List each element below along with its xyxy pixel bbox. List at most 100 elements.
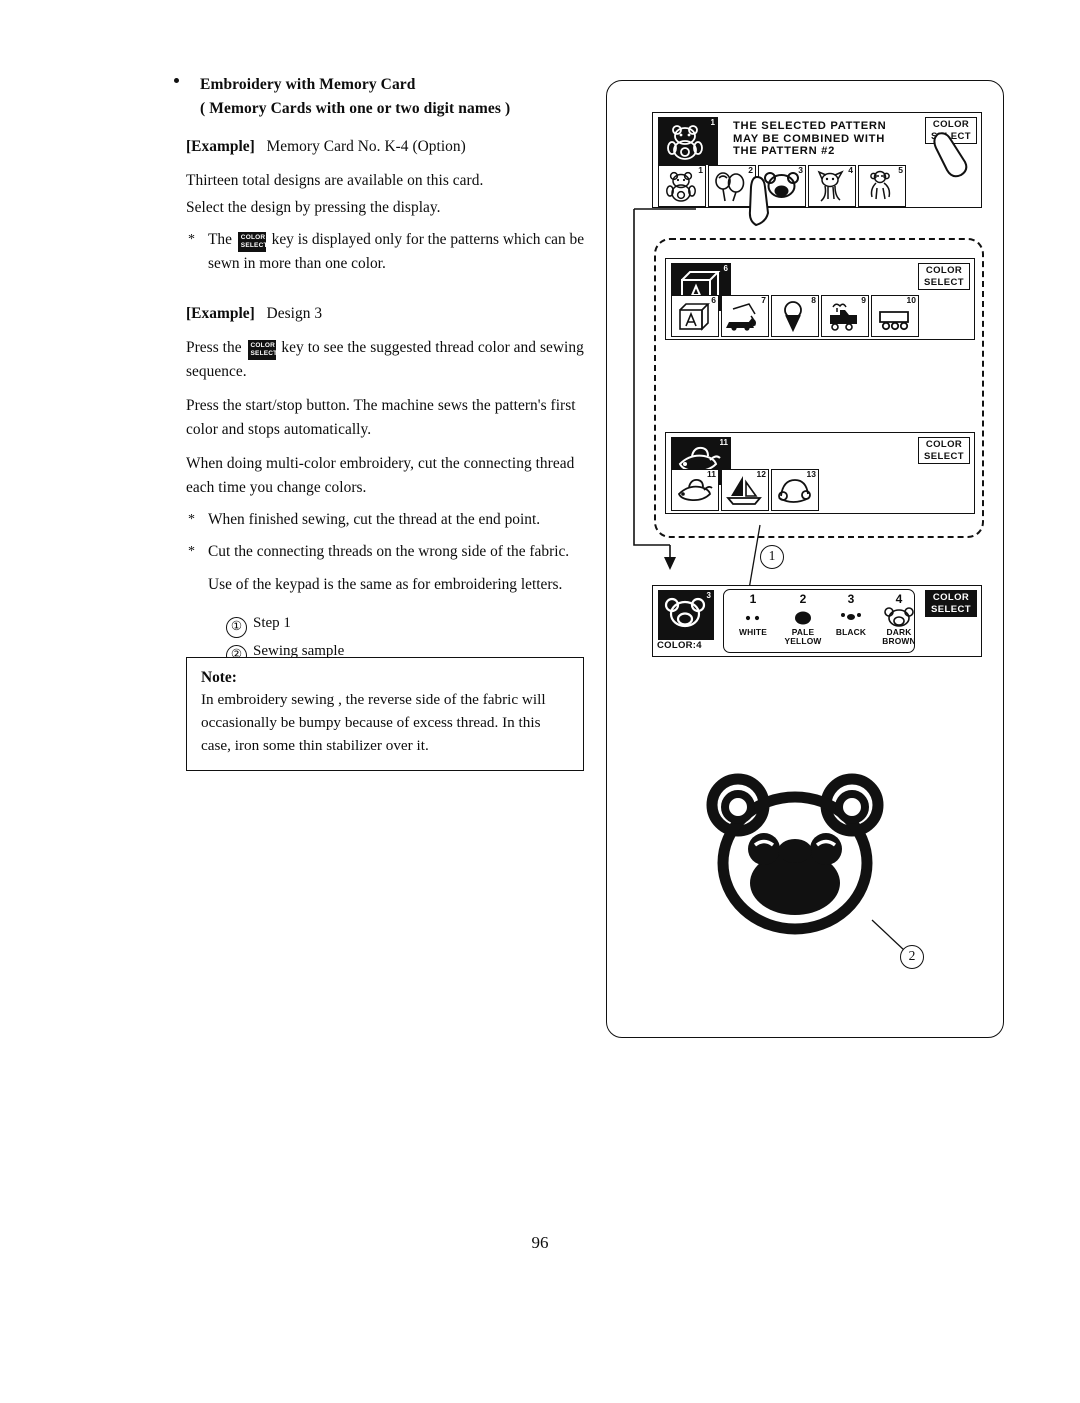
- bear-outline-icon: [884, 607, 914, 627]
- paragraph-4: When doing multi-color embroidery, cut t…: [186, 455, 575, 496]
- color-select-key-icon: COLOR SELECT: [237, 232, 268, 253]
- pattern-thumbnail[interactable]: 1: [658, 165, 706, 207]
- manual-page: Embroidery with Memory Card ( Memory Car…: [0, 0, 1080, 1403]
- callout-marker-2: 2: [900, 945, 924, 969]
- example-1-text: Memory Card No. K-4 (Option): [266, 137, 466, 155]
- text-column: Embroidery with Memory Card ( Memory Car…: [174, 74, 590, 667]
- press-key-pre: Press the: [186, 338, 242, 356]
- excavator-icon: [726, 303, 756, 331]
- pattern-thumbnail[interactable]: 9: [821, 295, 869, 337]
- note-box: Note: In embroidery sewing , the reverse…: [186, 657, 584, 772]
- sequence-step: 1 WHITE: [730, 592, 776, 637]
- sailboat-icon: [726, 476, 762, 505]
- sequence-index: 2: [799, 592, 807, 606]
- color-select-line-2: SELECT: [924, 276, 964, 288]
- lcd-screen-2[interactable]: 6 COLOR SELECT 6 7 8 9 10: [665, 258, 975, 340]
- sequence-color-line-2: BLACK: [835, 627, 867, 637]
- page-number: 96: [531, 1233, 549, 1252]
- heading-line-1: Embroidery with Memory Card: [200, 76, 416, 93]
- asterisk-marker: *: [188, 512, 195, 527]
- star-note-3-text: Cut the connecting threads on the wrong …: [208, 543, 570, 561]
- color-select-line-1: COLOR: [925, 439, 963, 450]
- teddy-bear-icon: [666, 171, 696, 202]
- asterisk-marker: *: [188, 232, 195, 248]
- monkey-icon: [870, 170, 891, 200]
- pattern-thumbnail[interactable]: 5: [858, 165, 906, 207]
- airplane-icon: [677, 478, 713, 502]
- pointing-hand-icon: [748, 175, 770, 227]
- color-count-label: COLOR:4: [657, 640, 702, 651]
- selected-pattern-thumbnail: 1: [658, 117, 718, 165]
- alphabet-block-icon: [679, 303, 710, 331]
- pattern-thumbnail[interactable]: 11: [671, 469, 719, 511]
- teddy-bear-icon: [667, 125, 703, 160]
- star-note-2: * When finished sewing, cut the thread a…: [186, 508, 590, 531]
- star-note-3: * Cut the connecting threads on the wron…: [186, 540, 590, 563]
- bear-face-icon: [664, 597, 706, 628]
- nose-eyes-icon: [841, 613, 861, 620]
- sequence-step: 2 PALE YELLOW: [780, 592, 826, 646]
- lcd-message-line-1: THE SELECTED PATTERN: [733, 120, 887, 132]
- note-body: In embroidery sewing , the reverse side …: [201, 691, 546, 754]
- sequence-swatch: [780, 606, 826, 628]
- heading-line-2: ( Memory Cards with one or two digit nam…: [200, 100, 511, 118]
- color-select-line-2: SELECT: [924, 450, 964, 462]
- lcd-color-sequence-screen[interactable]: 3 1 WHITE 2 PALE YELLOW 3 BLACK 4 DARK B…: [652, 585, 982, 657]
- sequence-index: 4: [895, 592, 903, 606]
- color-select-line-1: COLOR: [932, 119, 970, 130]
- callout-number-1: ①: [226, 617, 247, 639]
- eyes-dots-icon: [745, 615, 760, 621]
- asterisk-marker: *: [188, 544, 195, 560]
- color-select-key-line-1: COLOR: [250, 341, 275, 349]
- paragraph-1: Thirteen total designs are available on …: [186, 172, 484, 190]
- pattern-thumbnail-row: 11 12 13: [671, 469, 819, 511]
- example-1-line: [Example] Memory Card No. K-4 (Option): [186, 135, 590, 158]
- star-note-1-pre: The: [208, 231, 232, 249]
- example-1-label: [Example]: [186, 137, 255, 155]
- sequence-color-line-2: YELLOW: [784, 636, 822, 646]
- sewing-sample-illustration: [706, 773, 884, 935]
- color-select-key-icon: COLOR SELECT: [247, 339, 277, 360]
- rocking-horse-icon: [778, 479, 811, 503]
- lcd-message-line-2: MAY BE COMBINED WITH: [733, 132, 885, 145]
- sequence-step: 4 DARK BROWN: [876, 592, 922, 646]
- sequence-step: 3 BLACK: [828, 592, 874, 637]
- color-select-line-1: COLOR: [925, 265, 963, 276]
- star-note-2-text: When finished sewing, cut the thread at …: [208, 511, 541, 528]
- lcd-message-line-3: THE PATTERN #2: [733, 145, 836, 158]
- callout-marker-1: 1: [760, 545, 784, 569]
- lcd-message: THE SELECTED PATTERN MAY BE COMBINED WIT…: [733, 120, 886, 158]
- step-legend-label: Step 1: [253, 615, 291, 632]
- muzzle-blob-icon: [795, 611, 811, 625]
- star-note-1: * The COLOR SELECT key is displayed only…: [186, 228, 590, 275]
- note-heading: Note:: [201, 669, 237, 686]
- color-select-button[interactable]: COLOR SELECT: [918, 437, 970, 464]
- ice-cream-icon: [784, 301, 802, 333]
- sequence-panel: 1 WHITE 2 PALE YELLOW 3 BLACK 4 DARK BRO…: [723, 589, 916, 653]
- color-select-key-line-1: COLOR: [240, 234, 266, 242]
- pattern-thumbnail[interactable]: 7: [721, 295, 769, 337]
- cat-icon: [817, 170, 844, 202]
- example-2-text: Design 3: [266, 304, 323, 322]
- pattern-thumbnail[interactable]: 4: [808, 165, 856, 207]
- sequence-swatch: [730, 606, 776, 628]
- color-select-button[interactable]: COLOR SELECT: [918, 263, 970, 290]
- selected-pattern-thumbnail: 3: [658, 590, 714, 640]
- step-legend-item: ① Step 1: [226, 610, 590, 639]
- lcd-screen-3[interactable]: 11 COLOR SELECT 11 12 13: [665, 432, 975, 514]
- sequence-color-line-2: WHITE: [739, 627, 767, 637]
- color-select-button[interactable]: COLOR SELECT: [925, 590, 977, 617]
- sequence-index: 1: [749, 592, 757, 606]
- pattern-thumbnail[interactable]: 6: [671, 295, 719, 337]
- pattern-thumbnail[interactable]: 10: [871, 295, 919, 337]
- pattern-thumbnail[interactable]: 12: [721, 469, 769, 511]
- pattern-thumbnail-row: 6 7 8 9 10: [671, 295, 919, 337]
- color-select-line-1: COLOR: [932, 592, 970, 603]
- pattern-thumbnail[interactable]: 13: [771, 469, 819, 511]
- pattern-thumbnail[interactable]: 8: [771, 295, 819, 337]
- example-2-line: [Example] Design 3: [186, 302, 590, 325]
- wagon-icon: [879, 311, 909, 331]
- sequence-index: 3: [847, 592, 855, 606]
- pointing-hand-icon: [933, 132, 968, 178]
- color-select-key-line-2: SELECT: [240, 242, 268, 250]
